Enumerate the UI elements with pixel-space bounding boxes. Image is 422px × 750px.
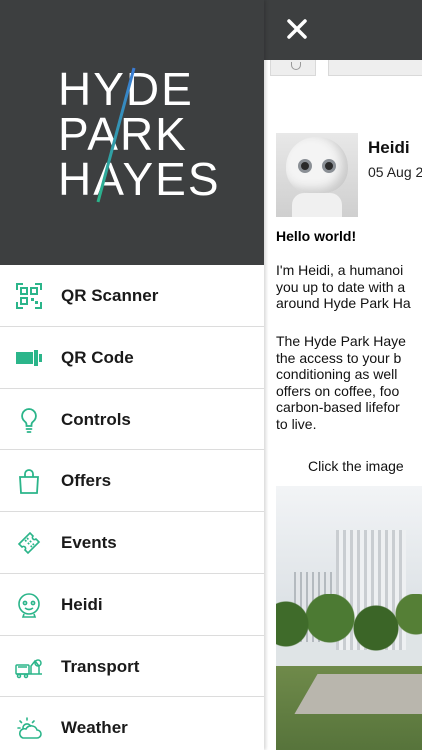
close-menu-button[interactable] [284,16,310,42]
robot-face-icon [18,592,40,618]
poster-avatar [276,133,358,217]
menu-item-label: Events [61,533,117,552]
menu-item-label: Heidi [61,594,103,614]
tab-secondary[interactable] [328,60,422,76]
tab-home[interactable] [270,60,316,76]
drawer-header: HYDE PARK HAYES [0,0,264,265]
menu-item-qr-scanner[interactable]: QR Scanner [0,265,264,327]
menu-item-label: QR Code [61,347,134,367]
weather-icon [17,717,42,740]
tab-home-icon [291,62,301,70]
shopping-bag-icon [19,469,39,495]
close-icon [287,19,307,39]
post-date: 05 Aug 2 [368,164,422,180]
menu-item-events[interactable]: Events [0,512,264,574]
menu-item-offers[interactable]: Offers [0,450,264,512]
drawer-menu: QR Scanner QR Code Controls Offers Event… [0,265,264,750]
menu-item-label: Offers [61,471,112,491]
post-paragraph-2: The Hyde Park Haye the access to your b … [276,333,406,432]
menu-item-weather[interactable]: Weather [0,697,264,750]
menu-item-transport[interactable]: Transport [0,636,264,698]
menu-item-controls[interactable]: Controls [0,389,264,451]
click-image-prompt: Click the image [308,458,404,474]
side-drawer: HYDE PARK HAYES QR Scanner QR Code Contr… [0,0,264,750]
post-tabs [264,60,422,78]
transport-icon [15,658,42,678]
menu-item-qr-code[interactable]: QR Code [0,327,264,389]
news-post-panel: Heidi 05 Aug 2 Hello world! I'm Heidi, a… [264,60,422,750]
menu-item-label: Transport [61,656,140,676]
qr-scanner-icon [16,283,42,309]
logo-slash-mark [96,67,136,203]
hyde-park-hayes-logo: HYDE PARK HAYES [58,63,221,205]
post-paragraph-1: I'm Heidi, a humanoi you up to date with… [276,262,411,312]
poster-name: Heidi [368,138,410,157]
menu-item-label: QR Scanner [61,286,159,305]
menu-item-heidi[interactable]: Heidi [0,574,264,636]
qr-code-icon [16,349,42,366]
post-greeting: Hello world! [276,228,357,244]
post-image[interactable] [276,486,422,750]
menu-item-label: Controls [61,409,131,429]
menu-item-label: Weather [61,718,128,738]
lightbulb-icon [21,407,37,433]
ticket-icon [17,531,41,555]
